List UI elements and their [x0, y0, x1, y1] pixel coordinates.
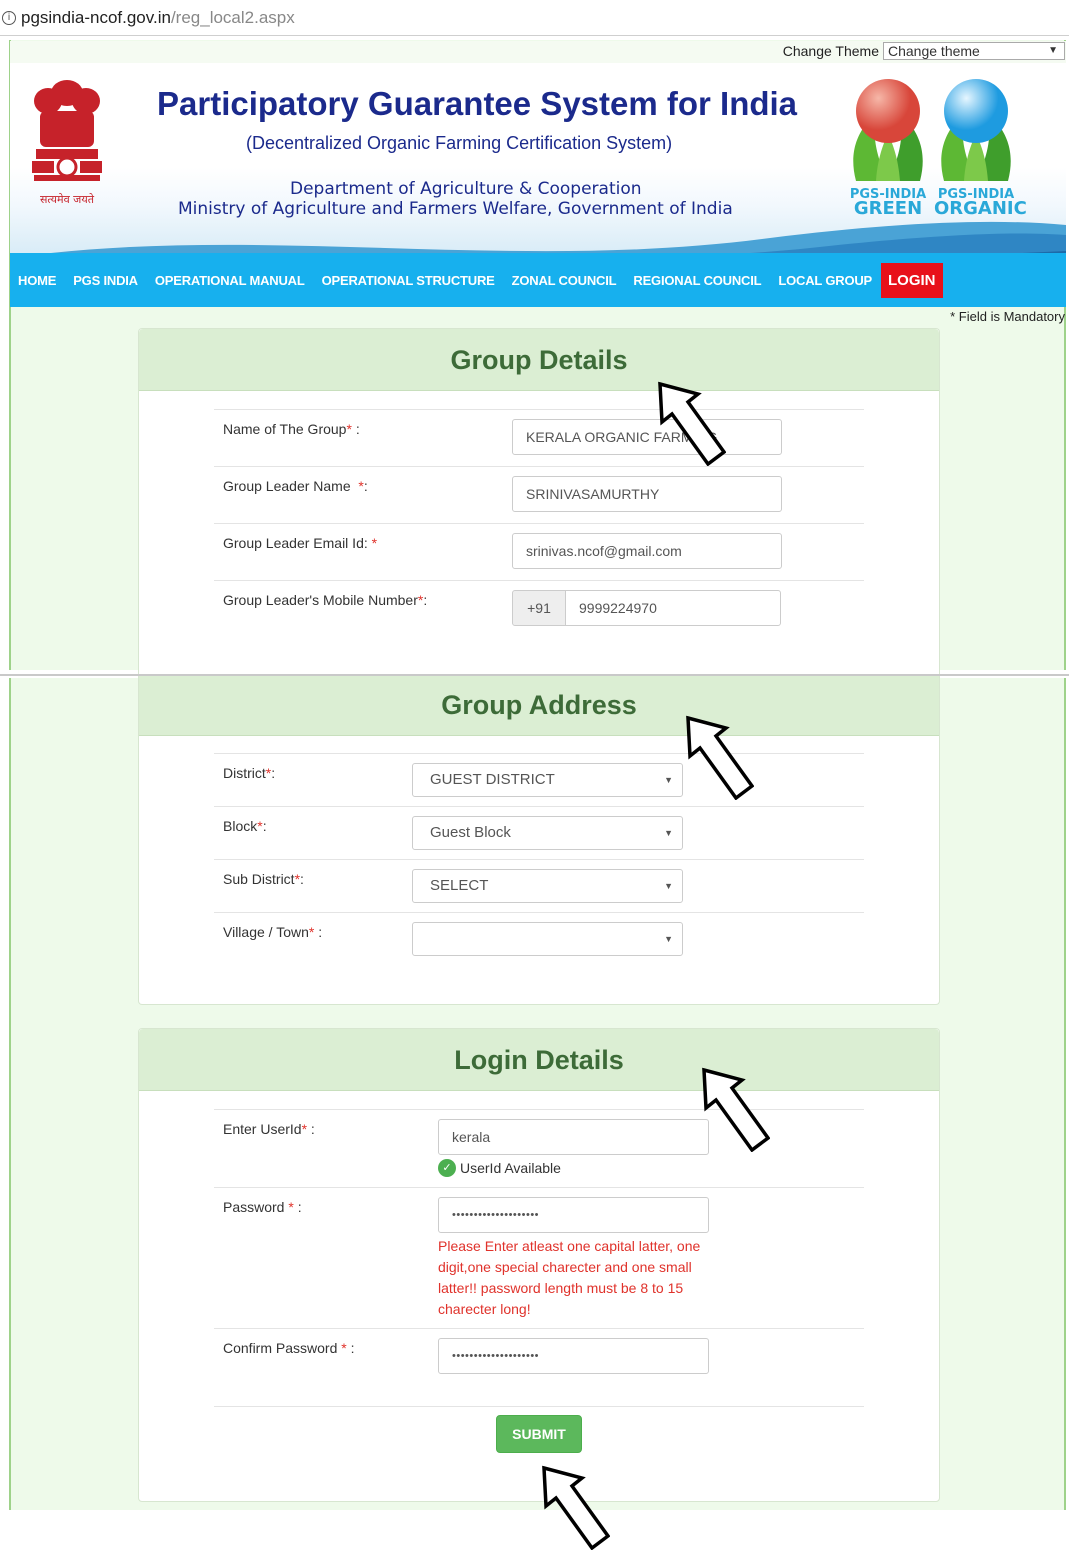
pgs-organic-logo: PGS-INDIA ORGANIC [934, 73, 1027, 219]
district-select-value: GUEST DISTRICT [430, 771, 555, 788]
password-input[interactable]: •••••••••••••••••••• [438, 1197, 709, 1233]
row-divider [214, 523, 864, 524]
email-label: Group Leader Email Id: * [223, 535, 378, 551]
group-name-label: Name of The Group* : [223, 421, 360, 437]
row-divider [214, 580, 864, 581]
main-nav: HOME PGS INDIA OPERATIONAL MANUAL OPERAT… [10, 253, 1066, 307]
theme-select-value: Change theme [888, 43, 980, 59]
national-emblem-logo: सत्यमेव जयते [32, 80, 102, 206]
department-line: Department of Agriculture & Cooperation [290, 179, 642, 199]
sub-district-select[interactable]: SELECT ▼ [412, 869, 683, 903]
chevron-down-icon: ▼ [664, 881, 673, 891]
group-address-panel: Group Address District*: GUEST DISTRICT ▼… [138, 676, 940, 1005]
nav-operational-manual[interactable]: OPERATIONAL MANUAL [155, 273, 305, 288]
chevron-down-icon: ▼ [664, 828, 673, 838]
annotation-arrow-icon [658, 381, 726, 466]
login-details-panel: Login Details Enter UserId* : kerala ✓ Us… [138, 1028, 940, 1502]
globe-green-icon [853, 79, 923, 181]
block-select[interactable]: Guest Block ▼ [412, 816, 683, 850]
village-label: Village / Town* : [223, 924, 323, 940]
village-select[interactable]: ▼ [412, 922, 683, 956]
pgs-green-logo: PGS-INDIA GREEN [846, 73, 930, 219]
country-code-addon: +91 [512, 590, 566, 626]
userid-input[interactable]: kerala [438, 1119, 709, 1155]
annotation-arrow-icon [542, 1465, 610, 1550]
login-details-title: Login Details [139, 1029, 939, 1091]
row-divider [214, 466, 864, 467]
nav-local-group[interactable]: LOCAL GROUP [778, 273, 872, 288]
row-divider [214, 912, 864, 913]
theme-label: Change Theme [782, 43, 879, 59]
emblem-motto: सत्यमेव जयते [40, 193, 95, 206]
mandatory-note: * Field is Mandatory [950, 309, 1065, 324]
password-label: Password * : [223, 1199, 302, 1215]
email-input[interactable]: srinivas.ncof@gmail.com [512, 533, 782, 569]
pgs-organic-logo-text: PGS-INDIA ORGANIC [934, 188, 1027, 219]
group-leader-label: Group Leader Name *: [223, 478, 368, 494]
logo-green-line2: GREEN [853, 198, 923, 219]
site-header: सत्यमेव जयते Participatory Guarantee Sys… [10, 63, 1066, 253]
url-host: pgsindia-ncof.gov.in [21, 7, 171, 27]
globe-blue-icon [941, 79, 1011, 181]
annotation-arrow-icon [702, 1067, 770, 1152]
site-subtitle: (Decentralized Organic Farming Certifica… [246, 133, 673, 153]
password-error-message: Please Enter atleast one capital latter,… [438, 1238, 701, 1317]
block-label: Block*: [223, 818, 267, 834]
userid-status-text: UserId Available [460, 1160, 561, 1176]
submit-button[interactable]: SUBMIT [496, 1415, 582, 1453]
row-divider [214, 753, 864, 754]
nav-home[interactable]: HOME [18, 273, 56, 288]
confirm-password-input[interactable]: •••••••••••••••••••• [438, 1338, 709, 1374]
group-address-title: Group Address [139, 676, 939, 736]
block-select-value: Guest Block [430, 824, 511, 841]
row-divider [214, 1187, 864, 1188]
row-divider [214, 1406, 864, 1407]
header-wave-decoration [51, 221, 1066, 253]
userid-label: Enter UserId* : [223, 1121, 315, 1137]
userid-status: ✓ UserId Available [438, 1159, 561, 1177]
row-divider [214, 806, 864, 807]
url-path: /reg_local2.aspx [170, 7, 295, 27]
group-details-panel: Group Details Name of The Group* : KERAL… [138, 328, 940, 674]
chevron-down-icon: ▼ [1048, 45, 1058, 56]
pgs-green-logo-text: PGS-INDIA GREEN [846, 188, 930, 219]
nav-regional-council[interactable]: REGIONAL COUNCIL [633, 273, 761, 288]
group-leader-input[interactable]: SRINIVASAMURTHY [512, 476, 782, 512]
sub-district-label: Sub District*: [223, 871, 304, 887]
district-label: District*: [223, 765, 276, 781]
confirm-password-label: Confirm Password * : [223, 1340, 355, 1356]
nav-pgs-india[interactable]: PGS INDIA [73, 273, 138, 288]
row-divider [214, 859, 864, 860]
logo-organic-line2: ORGANIC [934, 198, 1027, 219]
check-circle-icon: ✓ [438, 1159, 456, 1177]
chevron-down-icon: ▼ [664, 775, 673, 785]
ministry-line: Ministry of Agriculture and Farmers Welf… [178, 199, 733, 219]
group-details-title: Group Details [139, 329, 939, 391]
group-name-input[interactable]: KERALA ORGANIC FARMING [512, 419, 782, 455]
nav-login-button[interactable]: LOGIN [881, 262, 943, 298]
sub-district-select-value: SELECT [430, 877, 489, 894]
annotation-arrow-icon [686, 715, 754, 800]
nav-zonal-council[interactable]: ZONAL COUNCIL [512, 273, 617, 288]
theme-select[interactable]: Change theme ▼ [883, 42, 1065, 60]
browser-url-bar[interactable]: i pgsindia-ncof.gov.in /reg_local2.aspx [0, 0, 1069, 36]
row-divider [214, 1328, 864, 1329]
district-select[interactable]: GUEST DISTRICT ▼ [412, 763, 683, 797]
site-title: Participatory Guarantee System for India [157, 85, 798, 122]
mobile-label: Group Leader's Mobile Number*: [223, 592, 428, 608]
row-divider [214, 409, 864, 410]
nav-operational-structure[interactable]: OPERATIONAL STRUCTURE [322, 273, 495, 288]
chevron-down-icon: ▼ [664, 934, 673, 944]
info-icon[interactable]: i [2, 10, 16, 25]
mobile-input[interactable]: 9999224970 [565, 590, 781, 626]
